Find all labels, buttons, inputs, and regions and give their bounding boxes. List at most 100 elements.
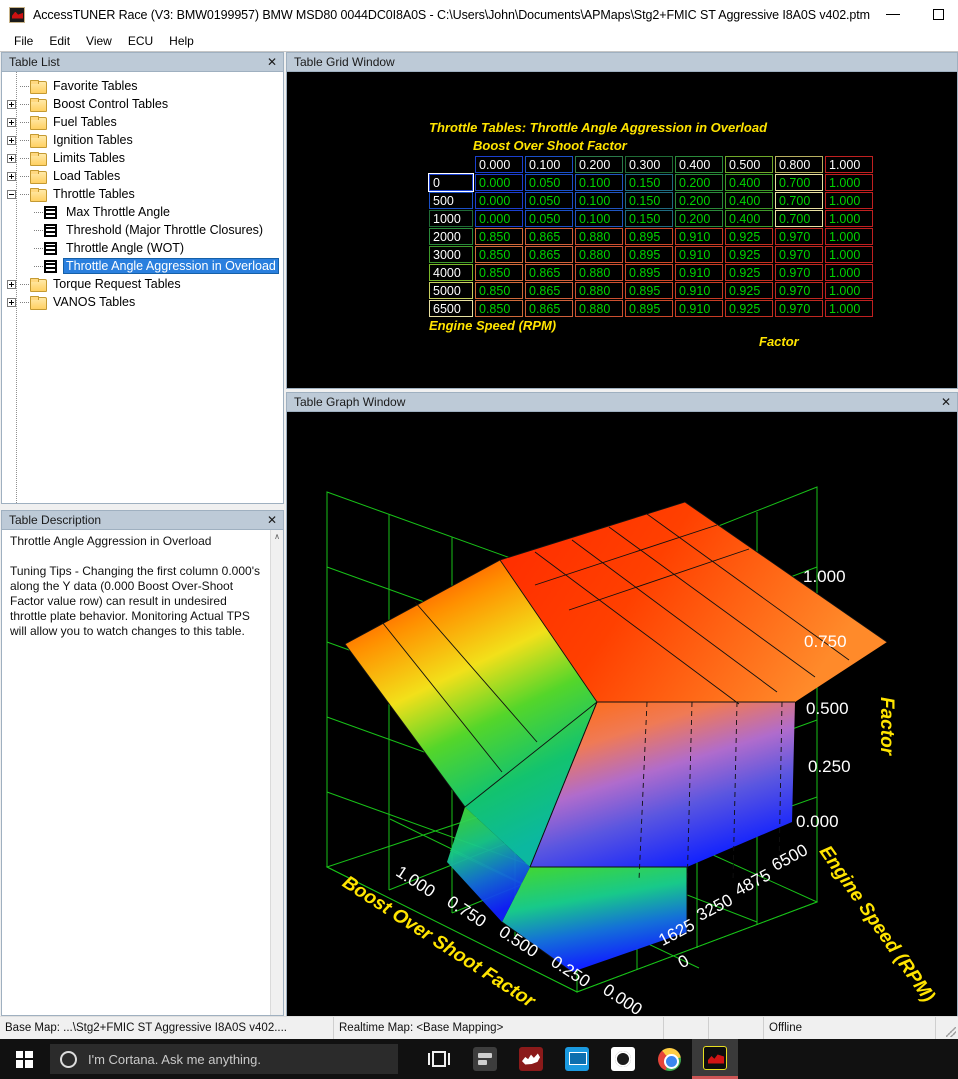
cell-4-4[interactable]: 0.910 (675, 246, 723, 263)
cell-4-1[interactable]: 0.865 (525, 246, 573, 263)
cell-5-5[interactable]: 0.925 (725, 264, 773, 281)
cell-5-3[interactable]: 0.895 (625, 264, 673, 281)
expand-icon[interactable] (7, 99, 16, 109)
cell-7-4[interactable]: 0.910 (675, 300, 723, 317)
cell-4-5[interactable]: 0.925 (725, 246, 773, 263)
tree-item-fuel-tables[interactable]: Fuel Tables (2, 113, 283, 131)
cell-5-1[interactable]: 0.865 (525, 264, 573, 281)
cell-1-6[interactable]: 0.700 (775, 192, 823, 209)
expand-icon[interactable] (7, 135, 16, 145)
cell-3-6[interactable]: 0.970 (775, 228, 823, 245)
cell-5-0[interactable]: 0.850 (475, 264, 523, 281)
cell-3-5[interactable]: 0.925 (725, 228, 773, 245)
minimize-button[interactable] (870, 0, 916, 30)
cell-6-1[interactable]: 0.865 (525, 282, 573, 299)
cell-5-2[interactable]: 0.880 (575, 264, 623, 281)
cell-3-4[interactable]: 0.910 (675, 228, 723, 245)
dragon-app-icon[interactable] (508, 1039, 554, 1079)
data-table[interactable]: 0.000 0.100 0.200 0.300 0.400 0.500 0.800 1.000… (427, 155, 875, 318)
cell-7-3[interactable]: 0.895 (625, 300, 673, 317)
cell-4-2[interactable]: 0.880 (575, 246, 623, 263)
cell-6-2[interactable]: 0.880 (575, 282, 623, 299)
screen-app-icon[interactable] (554, 1039, 600, 1079)
cell-5-4[interactable]: 0.910 (675, 264, 723, 281)
expand-icon[interactable] (7, 117, 16, 127)
cell-0-2[interactable]: 0.100 (575, 174, 623, 191)
cell-1-1[interactable]: 0.050 (525, 192, 573, 209)
cell-4-0[interactable]: 0.850 (475, 246, 523, 263)
accesstuner-taskbar-icon[interactable] (692, 1039, 738, 1079)
cell-1-2[interactable]: 0.100 (575, 192, 623, 209)
task-view-icon[interactable] (416, 1039, 462, 1079)
maximize-button[interactable] (916, 0, 958, 30)
cell-2-5[interactable]: 0.400 (725, 210, 773, 227)
column-header-7[interactable]: 1.000 (825, 156, 873, 173)
menu-ecu[interactable]: ECU (120, 32, 161, 50)
menu-help[interactable]: Help (161, 32, 202, 50)
cell-2-3[interactable]: 0.150 (625, 210, 673, 227)
table-grid-canvas[interactable]: Throttle Tables: Throttle Angle Aggressi… (287, 72, 957, 388)
close-icon[interactable]: ✕ (265, 513, 279, 527)
expand-icon[interactable] (7, 297, 16, 307)
tree-item-boost-control-tables[interactable]: Boost Control Tables (2, 95, 283, 113)
tree-item-vanos-tables[interactable]: VANOS Tables (2, 293, 283, 311)
cell-6-0[interactable]: 0.850 (475, 282, 523, 299)
settings-icon[interactable] (462, 1039, 508, 1079)
cell-3-1[interactable]: 0.865 (525, 228, 573, 245)
tree-item-max-throttle-angle[interactable]: Max Throttle Angle (2, 203, 283, 221)
cell-7-6[interactable]: 0.970 (775, 300, 823, 317)
menu-edit[interactable]: Edit (41, 32, 78, 50)
chrome-icon[interactable] (646, 1039, 692, 1079)
tree-item-torque-request-tables[interactable]: Torque Request Tables (2, 275, 283, 293)
row-header-3[interactable]: 2000 (429, 228, 473, 245)
cell-5-7[interactable]: 1.000 (825, 264, 873, 281)
row-header-5[interactable]: 4000 (429, 264, 473, 281)
column-header-3[interactable]: 0.300 (625, 156, 673, 173)
surface-plot-canvas[interactable]: 1.000 0.750 0.500 0.250 0.000 Factor 650… (287, 412, 957, 1016)
cell-6-6[interactable]: 0.970 (775, 282, 823, 299)
cell-7-5[interactable]: 0.925 (725, 300, 773, 317)
tree-item-ignition-tables[interactable]: Ignition Tables (2, 131, 283, 149)
cell-2-2[interactable]: 0.100 (575, 210, 623, 227)
chevron-up-icon[interactable]: ∧ (274, 532, 280, 541)
column-header-1[interactable]: 0.100 (525, 156, 573, 173)
cell-0-6[interactable]: 0.700 (775, 174, 823, 191)
cell-4-6[interactable]: 0.970 (775, 246, 823, 263)
cell-3-0[interactable]: 0.850 (475, 228, 523, 245)
tree-item-throttle-angle-wot[interactable]: Throttle Angle (WOT) (2, 239, 283, 257)
cell-1-5[interactable]: 0.400 (725, 192, 773, 209)
resize-grip[interactable] (936, 1017, 958, 1039)
cell-0-5[interactable]: 0.400 (725, 174, 773, 191)
row-header-4[interactable]: 3000 (429, 246, 473, 263)
tree-item-throttle-tables[interactable]: Throttle Tables (2, 185, 283, 203)
cell-7-7[interactable]: 1.000 (825, 300, 873, 317)
row-header-7[interactable]: 6500 (429, 300, 473, 317)
cell-3-2[interactable]: 0.880 (575, 228, 623, 245)
cell-7-0[interactable]: 0.850 (475, 300, 523, 317)
cell-4-7[interactable]: 1.000 (825, 246, 873, 263)
cell-6-4[interactable]: 0.910 (675, 282, 723, 299)
collapse-icon[interactable] (7, 189, 16, 199)
tree-item-throttle-angle-aggression-in-overload[interactable]: Throttle Angle Aggression in Overload (2, 257, 283, 275)
cell-6-3[interactable]: 0.895 (625, 282, 673, 299)
cell-0-1[interactable]: 0.050 (525, 174, 573, 191)
close-icon[interactable]: ✕ (939, 395, 953, 409)
expand-icon[interactable] (7, 279, 16, 289)
column-header-5[interactable]: 0.500 (725, 156, 773, 173)
cell-7-2[interactable]: 0.880 (575, 300, 623, 317)
cell-1-7[interactable]: 1.000 (825, 192, 873, 209)
column-header-2[interactable]: 0.200 (575, 156, 623, 173)
cell-6-7[interactable]: 1.000 (825, 282, 873, 299)
cell-6-5[interactable]: 0.925 (725, 282, 773, 299)
cell-1-0[interactable]: 0.000 (475, 192, 523, 209)
cell-5-6[interactable]: 0.970 (775, 264, 823, 281)
cell-4-3[interactable]: 0.895 (625, 246, 673, 263)
cell-1-3[interactable]: 0.150 (625, 192, 673, 209)
menu-file[interactable]: File (6, 32, 41, 50)
menu-view[interactable]: View (78, 32, 120, 50)
tree-item-threshold-major-throttle-closures[interactable]: Threshold (Major Throttle Closures) (2, 221, 283, 239)
tree-item-favorite-tables[interactable]: Favorite Tables (2, 77, 283, 95)
row-header-6[interactable]: 5000 (429, 282, 473, 299)
row-header-0[interactable]: 0 (428, 173, 474, 192)
table-list-tree[interactable]: Favorite Tables Boost Control Tables Fuel … (2, 72, 283, 503)
